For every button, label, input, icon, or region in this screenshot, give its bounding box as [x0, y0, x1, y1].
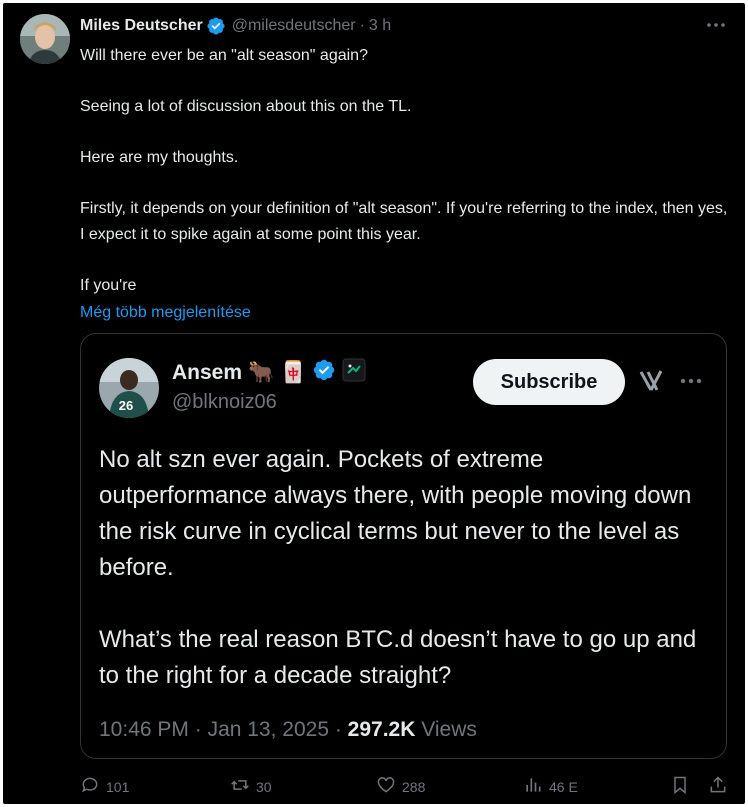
bull-emoji: 🐂: [248, 361, 275, 384]
like-count: 288: [402, 778, 426, 795]
bookmark-button[interactable]: [670, 775, 690, 798]
show-more-link[interactable]: Még több megjelenítése: [80, 300, 730, 326]
views-count: 46 E: [549, 778, 578, 795]
quoted-time[interactable]: 10:46 PM: [99, 718, 189, 741]
quoted-paragraph: No alt szn ever again. Pockets of extrem…: [99, 446, 692, 581]
tweet-header: Miles Deutscher @milesdeutscher · 3 h: [80, 15, 391, 37]
repost-count: 30: [256, 778, 272, 795]
author-name[interactable]: Miles Deutscher: [80, 17, 203, 35]
tweet-paragraph: Firstly, it depends on your definition o…: [80, 200, 728, 243]
share-button[interactable]: [708, 775, 728, 798]
quoted-tweet[interactable]: 26 Ansem 🐂 🀄 @blknoiz06 Subscribe No alt…: [80, 333, 727, 759]
quoted-views-label: Views: [421, 718, 477, 741]
grok-icon[interactable]: [638, 368, 664, 394]
action-bar: 101 30 288 46 E: [80, 775, 730, 799]
heart-icon: [376, 775, 396, 798]
subscribe-button[interactable]: Subscribe: [473, 359, 625, 405]
quoted-views-count: 297.2K: [347, 718, 416, 741]
quoted-author-handle[interactable]: @blknoiz06: [172, 391, 277, 414]
verified-badge-icon: [312, 358, 336, 388]
tweet-time[interactable]: 3 h: [369, 17, 391, 35]
quoted-paragraph: What’s the real reason BTC.d doesn’t hav…: [99, 626, 697, 689]
tweet-paragraph: Will there ever be an "alt season" again…: [80, 47, 368, 64]
bar-chart-icon: [523, 775, 543, 798]
verified-badge-icon: [206, 16, 226, 36]
tweet-paragraph: If you're: [80, 277, 137, 294]
quoted-text: No alt szn ever again. Pockets of extrem…: [99, 442, 714, 730]
more-dots-icon[interactable]: [705, 17, 727, 33]
affiliate-badge-icon: [342, 358, 366, 388]
tweet-paragraph: Here are my thoughts.: [80, 149, 239, 166]
separator: ·: [334, 718, 348, 741]
separator: ·: [194, 718, 208, 741]
separator: ·: [359, 17, 365, 34]
svg-text:26: 26: [119, 398, 133, 413]
avatar[interactable]: [20, 14, 70, 64]
reply-count: 101: [106, 778, 130, 795]
share-icon: [708, 775, 728, 798]
quoted-more-dots-icon[interactable]: [678, 373, 704, 389]
quoted-avatar[interactable]: 26: [99, 358, 159, 418]
mahjong-emoji: 🀄: [280, 361, 307, 384]
reply-button[interactable]: 101: [80, 775, 129, 798]
tweet-card[interactable]: Miles Deutscher @milesdeutscher · 3 h Wi…: [3, 3, 745, 804]
repost-button[interactable]: 30: [230, 775, 272, 798]
author-handle[interactable]: @milesdeutscher: [232, 17, 356, 35]
reply-icon: [80, 775, 100, 798]
quoted-meta: 10:46 PM · Jan 13, 2025 · 297.2K Views: [99, 718, 477, 742]
quoted-author-name[interactable]: Ansem: [172, 361, 242, 385]
views-button[interactable]: 46 E: [523, 775, 578, 798]
tweet-paragraph: Seeing a lot of discussion about this on…: [80, 98, 412, 115]
bookmark-icon: [670, 775, 690, 798]
quoted-date[interactable]: Jan 13, 2025: [208, 718, 329, 741]
repost-icon: [230, 775, 250, 798]
like-button[interactable]: 288: [376, 775, 425, 798]
tweet-text: Will there ever be an "alt season" again…: [80, 43, 730, 326]
quoted-author-row: Ansem 🐂 🀄: [172, 358, 366, 388]
